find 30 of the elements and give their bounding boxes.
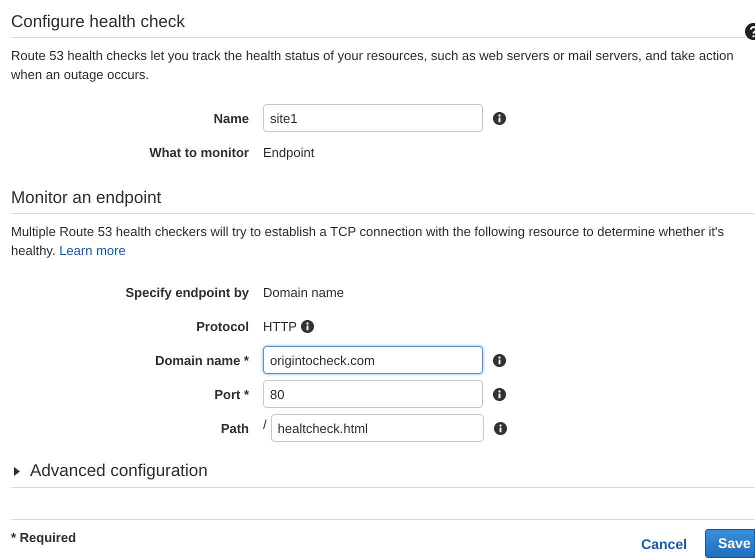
field-label: Domain name * bbox=[154, 352, 249, 368]
learn-more-link[interactable]: Learn more bbox=[59, 243, 126, 258]
field-label: Specify endpoint by bbox=[124, 284, 249, 300]
required-note: * Required bbox=[11, 530, 76, 545]
text-input[interactable]: origintocheck.com bbox=[263, 346, 483, 374]
info-icon[interactable] bbox=[493, 388, 506, 400]
section-description: Route 53 health checks let you track the health status of your resources, such as web servers or mail servers, and take action when an outage occurs. bbox=[11, 47, 735, 84]
info-icon[interactable] bbox=[300, 320, 314, 332]
section-title: Monitor an endpoint bbox=[11, 188, 162, 208]
field-label: Port * bbox=[213, 386, 249, 402]
text-input[interactable]: site1 bbox=[263, 104, 483, 132]
info-icon[interactable] bbox=[494, 422, 507, 434]
info-icon[interactable] bbox=[493, 354, 506, 366]
save-button[interactable]: Save bbox=[705, 529, 755, 558]
info-icon[interactable] bbox=[493, 112, 506, 124]
field-value: HTTP bbox=[263, 318, 297, 334]
field-label: What to monitor bbox=[148, 144, 249, 160]
field-label: Protocol bbox=[195, 318, 249, 334]
caret-icon bbox=[14, 466, 20, 476]
text-input[interactable]: 80 bbox=[263, 380, 483, 408]
field-value: Domain name bbox=[263, 284, 344, 300]
field-value: Endpoint bbox=[263, 144, 314, 160]
field-label: Name bbox=[212, 110, 249, 126]
cancel-button[interactable]: Cancel bbox=[641, 536, 687, 552]
advanced-configuration-toggle[interactable]: Advanced configuration bbox=[11, 461, 755, 488]
field-label: Path bbox=[220, 420, 249, 436]
path-prefix: / bbox=[263, 416, 267, 432]
section-title: Configure health check bbox=[11, 12, 185, 32]
text-input[interactable]: healtcheck.html bbox=[270, 414, 484, 442]
section-description: Multiple Route 53 health checkers will try to establish a TCP connection with the following resource to determine whether it's healthy. Learn more bbox=[11, 223, 726, 260]
